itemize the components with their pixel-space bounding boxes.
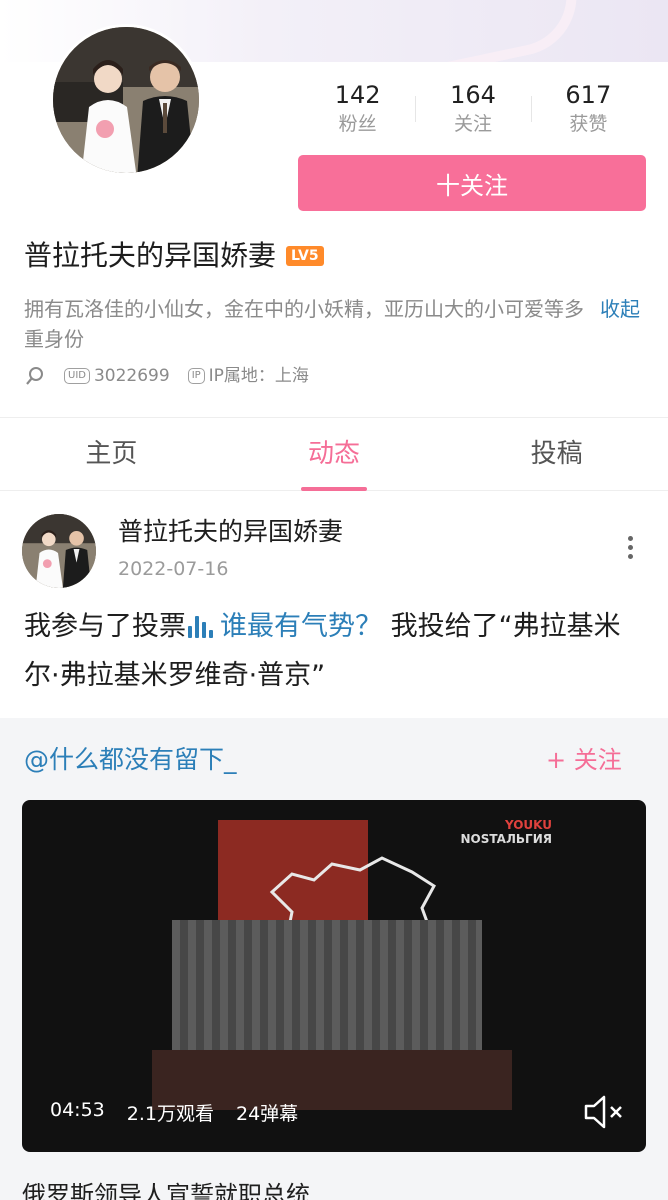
stat-label: 获赞: [569, 113, 608, 135]
stat-label: 关注: [453, 113, 492, 135]
video-player[interactable]: YOUKU NOSTAЛЬГИЯ 04:53 2.1万观看 24弹幕: [22, 800, 646, 1152]
profile-name: 普拉托夫的异国娇妻: [24, 239, 277, 272]
stat-following[interactable]: 164 关注: [415, 80, 530, 140]
post-card: 普拉托夫的异国娇妻 2022-07-16 我参与了投票 谁最有气势？ 我投给了“弗…: [0, 492, 668, 1200]
video-danmaku: 24弹幕: [235, 1103, 299, 1125]
stat-label: 粉丝: [338, 113, 377, 135]
stat-likes[interactable]: 617 获赞: [530, 80, 646, 140]
follow-button[interactable]: 十关注: [298, 155, 646, 211]
profile-stats: 142 粉丝 164 关注 617 获赞: [300, 80, 646, 140]
ip-group: IP IP属地：上海: [187, 364, 309, 388]
repost-user-link[interactable]: @什么都没有留下_: [24, 742, 237, 778]
mute-icon[interactable]: [582, 1092, 626, 1132]
avatar[interactable]: [50, 24, 202, 176]
tab-submissions[interactable]: 投稿: [445, 418, 668, 490]
profile-name-row: 普拉托夫的异国娇妻 LV5: [24, 238, 324, 274]
post-avatar[interactable]: [22, 514, 96, 588]
uid-tag: UID: [64, 368, 90, 384]
watermark-bottom: NOSTAЛЬГИЯ: [460, 832, 552, 846]
video-thumb-curtain: [172, 920, 482, 1060]
profile-tabs: 主页 动态 投稿: [0, 417, 668, 491]
collapse-link[interactable]: 收起: [600, 294, 640, 324]
video-views: 2.1万观看: [126, 1103, 214, 1125]
search-icon[interactable]: [24, 365, 46, 387]
repost-card[interactable]: @什么都没有留下_ + 关注 YOUKU NOSTAЛЬГИЯ 04:53 2.…: [0, 718, 668, 1200]
profile-meta: UID 3022699 IP IP属地：上海: [24, 364, 327, 388]
ip-tag: IP: [187, 368, 205, 384]
level-badge: LV5: [286, 246, 324, 266]
uid-value: 3022699: [93, 366, 170, 386]
stat-fans[interactable]: 142 粉丝: [300, 80, 415, 140]
video-watermark: YOUKU NOSTAЛЬГИЯ: [461, 818, 552, 846]
watermark-top: YOUKU: [504, 818, 552, 832]
ip-location: IP属地：上海: [208, 366, 309, 386]
video-info: 04:53 2.1万观看 24弹幕: [50, 1099, 298, 1126]
tab-dynamics[interactable]: 动态: [223, 418, 446, 490]
repost-follow-button[interactable]: + 关注: [546, 742, 622, 778]
profile-bio: 拥有瓦洛佳的小仙女，金在中的小妖精，亚历山大的小可爱等多重身份: [24, 297, 584, 351]
post-author[interactable]: 普拉托夫的异国娇妻: [118, 516, 343, 548]
video-caption[interactable]: 俄罗斯领导人宣誓就职总统: [22, 1178, 310, 1200]
tab-home[interactable]: 主页: [0, 418, 223, 490]
vote-chart-icon: [188, 607, 216, 653]
stat-value: 164: [450, 81, 496, 109]
profile-header: 142 粉丝 164 关注 617 获赞 十关注 普拉托夫的异国娇妻 LV5 拥…: [0, 24, 668, 416]
stat-value: 617: [565, 81, 612, 109]
stat-value: 142: [334, 81, 381, 109]
vote-link[interactable]: 谁最有气势？: [220, 611, 382, 642]
post-text: 我参与了投票 谁最有气势？ 我投给了“弗拉基米尔·弗拉基米罗维奇·普京”: [24, 604, 644, 699]
uid-group: UID 3022699: [64, 364, 170, 388]
post-date: 2022-07-16: [118, 558, 229, 580]
more-options-icon[interactable]: [622, 536, 638, 566]
video-duration: 04:53: [50, 1099, 105, 1121]
post-text-prefix: 我参与了投票: [24, 611, 186, 642]
